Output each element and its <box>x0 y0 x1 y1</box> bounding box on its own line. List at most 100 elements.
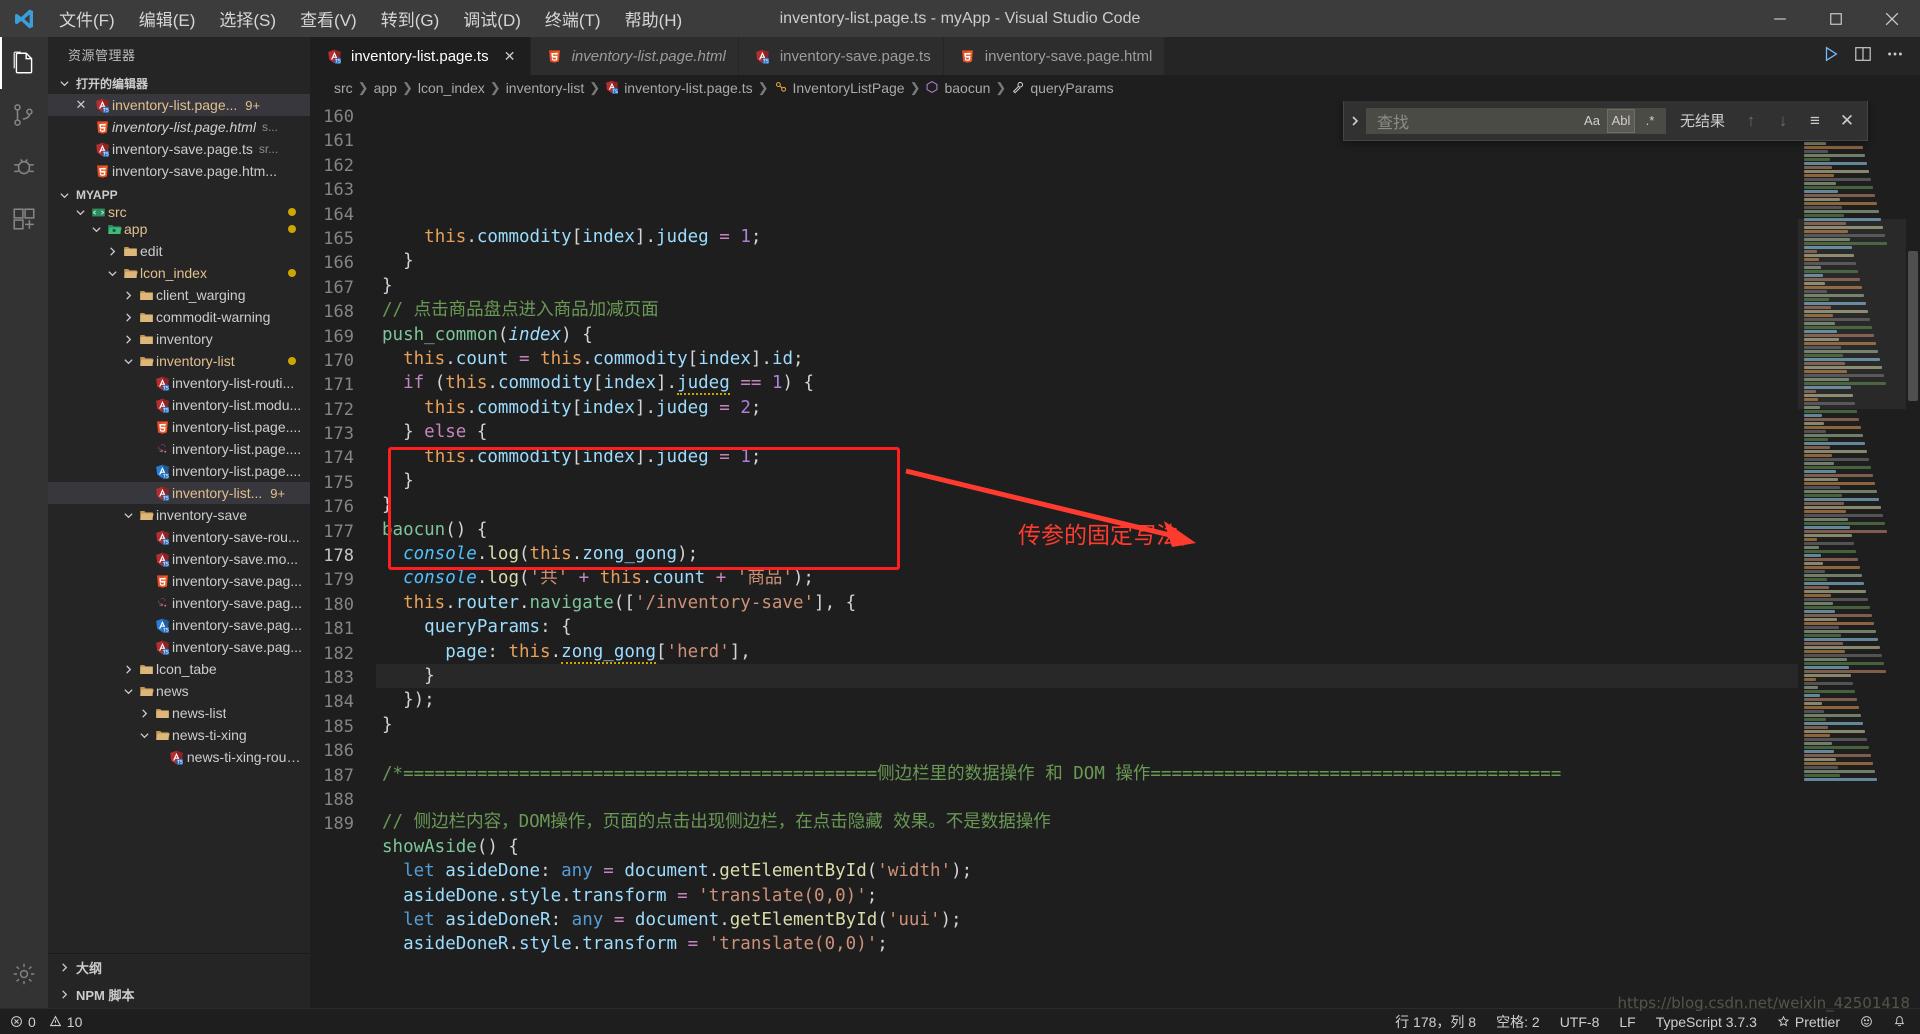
tabs-host[interactable]: TS inventory-list.page.ts ✕ inventory-list.… <box>310 37 1166 75</box>
chevron-down-icon[interactable] <box>72 207 88 218</box>
section-npm-scripts[interactable]: NPM 脚本 <box>48 981 310 1008</box>
find-options[interactable]: Aa Abl .* <box>1579 108 1663 133</box>
status-right[interactable]: 行 178，列 8 空格: 2 UTF-8 LF TypeScript 3.7.… <box>1395 1012 1920 1032</box>
menu-go[interactable]: 转到(G) <box>370 2 451 35</box>
tree-file-item[interactable]: inventory-save.pag... <box>48 592 310 614</box>
split-editor-icon[interactable] <box>1854 45 1872 68</box>
code-line[interactable]: } <box>376 664 1798 689</box>
maximize-button[interactable] <box>1808 0 1864 37</box>
code-line[interactable]: this.commodity[index].judeg = 2; <box>376 396 1798 420</box>
menu-selection[interactable]: 选择(S) <box>208 2 287 35</box>
whole-word-icon[interactable]: Abl <box>1606 108 1635 133</box>
tree-file-item[interactable]: inventory-list.page.... <box>48 438 310 460</box>
code-line[interactable]: queryParams: { <box>376 615 1798 639</box>
section-workspace[interactable]: MYAPP <box>48 184 310 206</box>
previous-match-icon[interactable]: ↑ <box>1741 111 1761 131</box>
code-line[interactable]: // 点击商品盘点进入商品加减页面 <box>376 298 1798 322</box>
section-open-editors[interactable]: 打开的编辑器 <box>48 72 310 94</box>
tree-file-item[interactable]: TS inventory-save-rou... <box>48 526 310 548</box>
code-line[interactable]: this.count = this.commodity[index].id; <box>376 347 1798 371</box>
close-find-icon[interactable]: ✕ <box>1837 111 1857 131</box>
code-line[interactable]: this.router.navigate(['/inventory-save']… <box>376 591 1798 615</box>
chevron-down-icon[interactable] <box>120 510 136 521</box>
code-line[interactable]: showAside() { <box>376 835 1798 859</box>
status-eol[interactable]: LF <box>1619 1014 1635 1030</box>
code-line[interactable]: page: this.zong_gong['herd'], <box>376 640 1798 664</box>
status-problems[interactable]: 0 10 <box>10 1014 82 1030</box>
tree-folder-item[interactable]: client_warging <box>48 284 310 306</box>
editor-actions[interactable] <box>1806 37 1920 75</box>
section-outline[interactable]: 大纲 <box>48 954 310 981</box>
tree-folder-item[interactable]: news-list <box>48 702 310 724</box>
chevron-right-icon[interactable] <box>120 664 136 675</box>
breadcrumb-item[interactable]: inventory-list <box>506 80 585 96</box>
code-line[interactable]: // 侧边栏内容，DOM操作，页面的点击出现侧边栏，在点击隐藏 效果。不是数据操… <box>376 810 1798 834</box>
chevron-right-icon[interactable] <box>120 290 136 301</box>
tree-folder-item[interactable]: src <box>48 206 310 218</box>
code-line[interactable]: push_common(index) { <box>376 323 1798 347</box>
minimap[interactable] <box>1798 101 1906 1008</box>
chevron-down-icon[interactable] <box>120 686 136 697</box>
code-line[interactable]: /*======================================… <box>376 762 1798 786</box>
tree-folder-item[interactable]: edit <box>48 240 310 262</box>
code-line[interactable] <box>376 786 1798 810</box>
tree-folder-item[interactable]: inventory-save <box>48 504 310 526</box>
menu-terminal[interactable]: 终端(T) <box>534 2 612 35</box>
tree-folder-item[interactable]: lcon_tabe <box>48 658 310 680</box>
window-controls[interactable] <box>1752 0 1920 37</box>
tree-folder-item[interactable]: news <box>48 680 310 702</box>
tree-folder-item[interactable]: news-ti-xing <box>48 724 310 746</box>
close-editor-icon[interactable]: ✕ <box>70 97 92 113</box>
tree-file-item[interactable]: TS inventory-list... 9+ <box>48 482 310 504</box>
code-editor[interactable]: 160 161 162 163 164 165 166 167 168 169 170 171 172 1… <box>310 101 1920 1008</box>
code-line[interactable]: } <box>376 249 1798 273</box>
status-notifications-bell-icon[interactable] <box>1893 1015 1906 1028</box>
code-line[interactable]: asideDoneR.style.transform = 'translate(… <box>376 932 1798 956</box>
editor-tab[interactable]: inventory-save.page.html <box>943 37 1166 75</box>
editor-vertical-scrollbar[interactable] <box>1906 101 1920 1008</box>
open-editors-list[interactable]: ✕ TS inventory-list.page... 9+ inventory-lis… <box>48 94 310 184</box>
code-line[interactable] <box>376 737 1798 761</box>
tree-file-item[interactable]: TS inventory-list.modu... <box>48 394 310 416</box>
close-button[interactable] <box>1864 0 1920 37</box>
activity-explorer[interactable] <box>0 37 48 89</box>
activity-bar[interactable] <box>0 37 48 1008</box>
more-actions-icon[interactable] <box>1886 45 1904 68</box>
run-icon[interactable] <box>1822 45 1840 68</box>
breadcrumb-item[interactable]: TS inventory-list.page.ts <box>605 80 753 97</box>
open-editor-item[interactable]: ✕ TS inventory-list.page... 9+ <box>48 94 310 116</box>
editor-tab[interactable]: inventory-list.page.html <box>530 37 739 75</box>
next-match-icon[interactable]: ↓ <box>1773 111 1793 131</box>
tree-file-item[interactable]: TS inventory-save.pag... <box>48 636 310 658</box>
chevron-right-icon[interactable] <box>104 246 120 257</box>
breadcrumb-item[interactable]: lcon_index <box>418 80 485 96</box>
chevron-down-icon[interactable] <box>104 268 120 279</box>
find-input-wrapper[interactable]: 查找 Aa Abl .* <box>1365 107 1666 134</box>
chevron-down-icon[interactable] <box>88 224 104 235</box>
code-line[interactable]: }); <box>376 688 1798 712</box>
file-tree[interactable]: src app edit lcon_index client_warging commod… <box>48 206 310 953</box>
match-case-icon[interactable]: Aa <box>1579 110 1605 132</box>
tree-file-item[interactable]: TS inventory-list.page.... <box>48 460 310 482</box>
editor-tab[interactable]: TS inventory-list.page.ts ✕ <box>310 37 531 75</box>
chevron-right-icon[interactable] <box>120 334 136 345</box>
breadcrumb-item[interactable]: src <box>334 80 353 96</box>
scrollbar-thumb[interactable] <box>1908 251 1918 401</box>
breadcrumb[interactable]: src ❯ app ❯ lcon_index ❯ inventory-list ❯ TS inve… <box>310 75 1920 101</box>
chevron-down-icon[interactable] <box>136 730 152 741</box>
tree-folder-item[interactable]: commodit-warning <box>48 306 310 328</box>
status-left[interactable]: 0 10 <box>0 1014 82 1030</box>
find-in-selection-icon[interactable]: ≡ <box>1805 111 1825 131</box>
code-line[interactable]: let asideDone: any = document.getElement… <box>376 859 1798 883</box>
status-cursor-position[interactable]: 行 178，列 8 <box>1395 1012 1476 1032</box>
breadcrumb-item[interactable]: InventoryListPage <box>774 80 905 97</box>
tree-file-item[interactable]: TS news-ti-xing-routin... <box>48 746 310 768</box>
tree-file-item[interactable]: inventory-save.pag... <box>48 570 310 592</box>
editor-tab-bar[interactable]: TS inventory-list.page.ts ✕ inventory-list.… <box>310 37 1920 75</box>
code-line[interactable]: } <box>376 274 1798 298</box>
chevron-down-icon[interactable] <box>120 356 136 367</box>
find-buttons[interactable]: ↑ ↓ ≡ ✕ <box>1741 111 1861 131</box>
activity-extensions[interactable] <box>0 193 48 245</box>
status-encoding[interactable]: UTF-8 <box>1560 1014 1600 1030</box>
breadcrumb-item[interactable]: app <box>374 80 397 96</box>
